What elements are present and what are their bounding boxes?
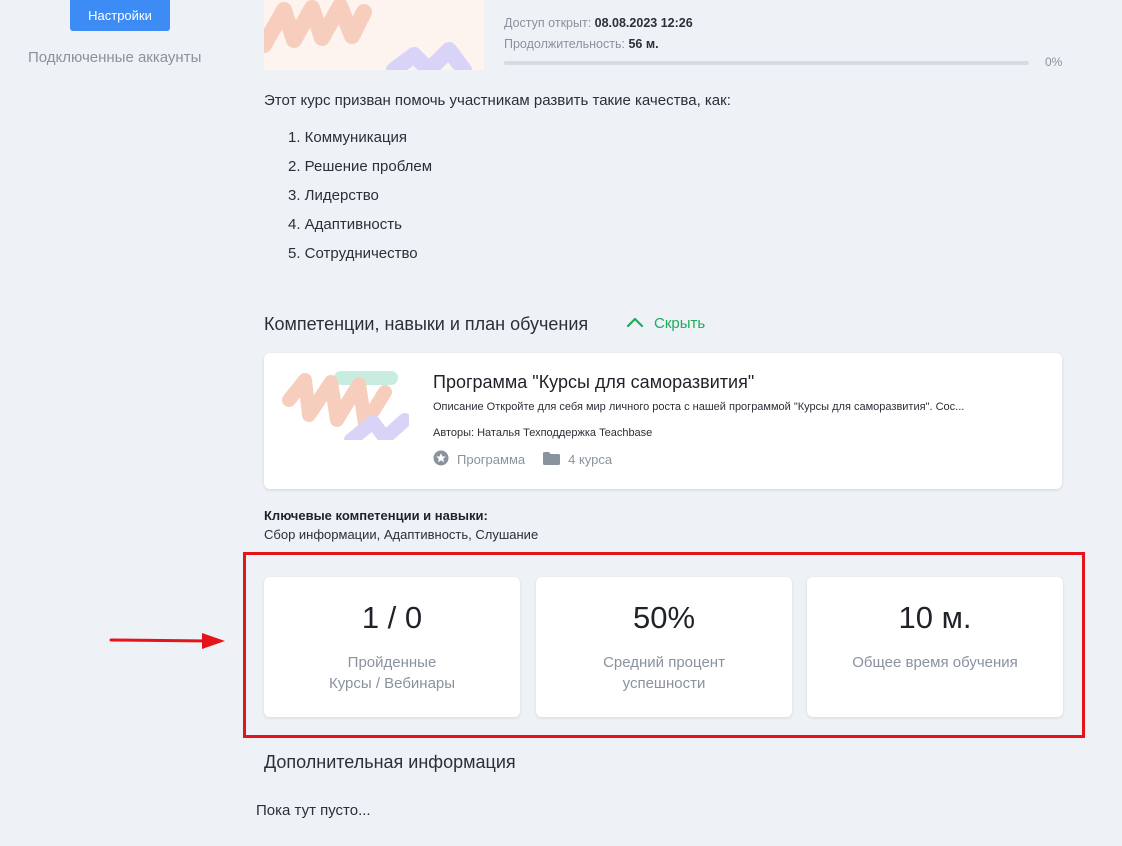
course-progress-bar	[504, 61, 1029, 65]
key-skills-value: Сбор информации, Адаптивность, Слушание	[264, 527, 539, 542]
course-count-label: 4 курса	[568, 452, 613, 467]
program-title[interactable]: Программа "Курсы для саморазвития"	[433, 372, 754, 393]
annotation-highlight-box	[243, 552, 1085, 738]
program-thumbnail	[281, 370, 409, 440]
hide-competencies-toggle[interactable]: Скрыть	[626, 315, 705, 332]
additional-info-title: Дополнительная информация	[264, 752, 516, 772]
duration-row: Продолжительность: 56 м.	[504, 37, 659, 51]
annotation-arrow-icon	[108, 630, 228, 657]
program-description: Описание Откройте для себя мир личного р…	[433, 401, 965, 413]
access-value: 08.08.2023 12:26	[594, 16, 693, 30]
list-item: 2. Решение проблем	[288, 158, 433, 175]
star-badge-icon	[433, 450, 449, 469]
list-item: 4. Адаптивность	[288, 216, 402, 233]
access-label: Доступ открыт:	[504, 16, 592, 30]
empty-state-text: Пока тут пусто...	[256, 802, 371, 819]
duration-value: 56 м.	[628, 37, 659, 51]
chevron-up-icon	[626, 315, 644, 332]
program-card[interactable]: Программа "Курсы для саморазвития" Описа…	[264, 353, 1062, 489]
program-type-tag: Программа	[433, 450, 525, 469]
duration-label: Продолжительность:	[504, 37, 625, 51]
connected-accounts-link[interactable]: Подключенные аккаунты	[28, 49, 201, 66]
program-tags: Программа 4 курса	[433, 450, 622, 469]
competencies-title: Компетенции, навыки и план обучения	[264, 314, 589, 334]
qualities-list: 1. Коммуникация 2. Решение проблем 3. Ли…	[288, 128, 432, 273]
course-intro-text: Этот курс призван помочь участникам разв…	[264, 92, 731, 109]
folder-icon	[543, 451, 561, 468]
list-item: 1. Коммуникация	[288, 129, 408, 146]
hide-toggle-label: Скрыть	[654, 315, 706, 332]
settings-button[interactable]: Настройки	[70, 0, 170, 31]
course-count-tag: 4 курса	[543, 451, 613, 468]
course-thumbnail	[264, 0, 484, 70]
program-authors: Авторы: Наталья Техподдержка Teachbase	[433, 427, 653, 439]
list-item: 5. Сотрудничество	[288, 245, 418, 262]
key-skills-label: Ключевые компетенции и навыки:	[264, 508, 488, 523]
course-progress-percent: 0%	[1045, 55, 1063, 69]
program-type-label: Программа	[457, 452, 526, 467]
access-row: Доступ открыт: 08.08.2023 12:26	[504, 16, 693, 30]
list-item: 3. Лидерство	[288, 187, 379, 204]
